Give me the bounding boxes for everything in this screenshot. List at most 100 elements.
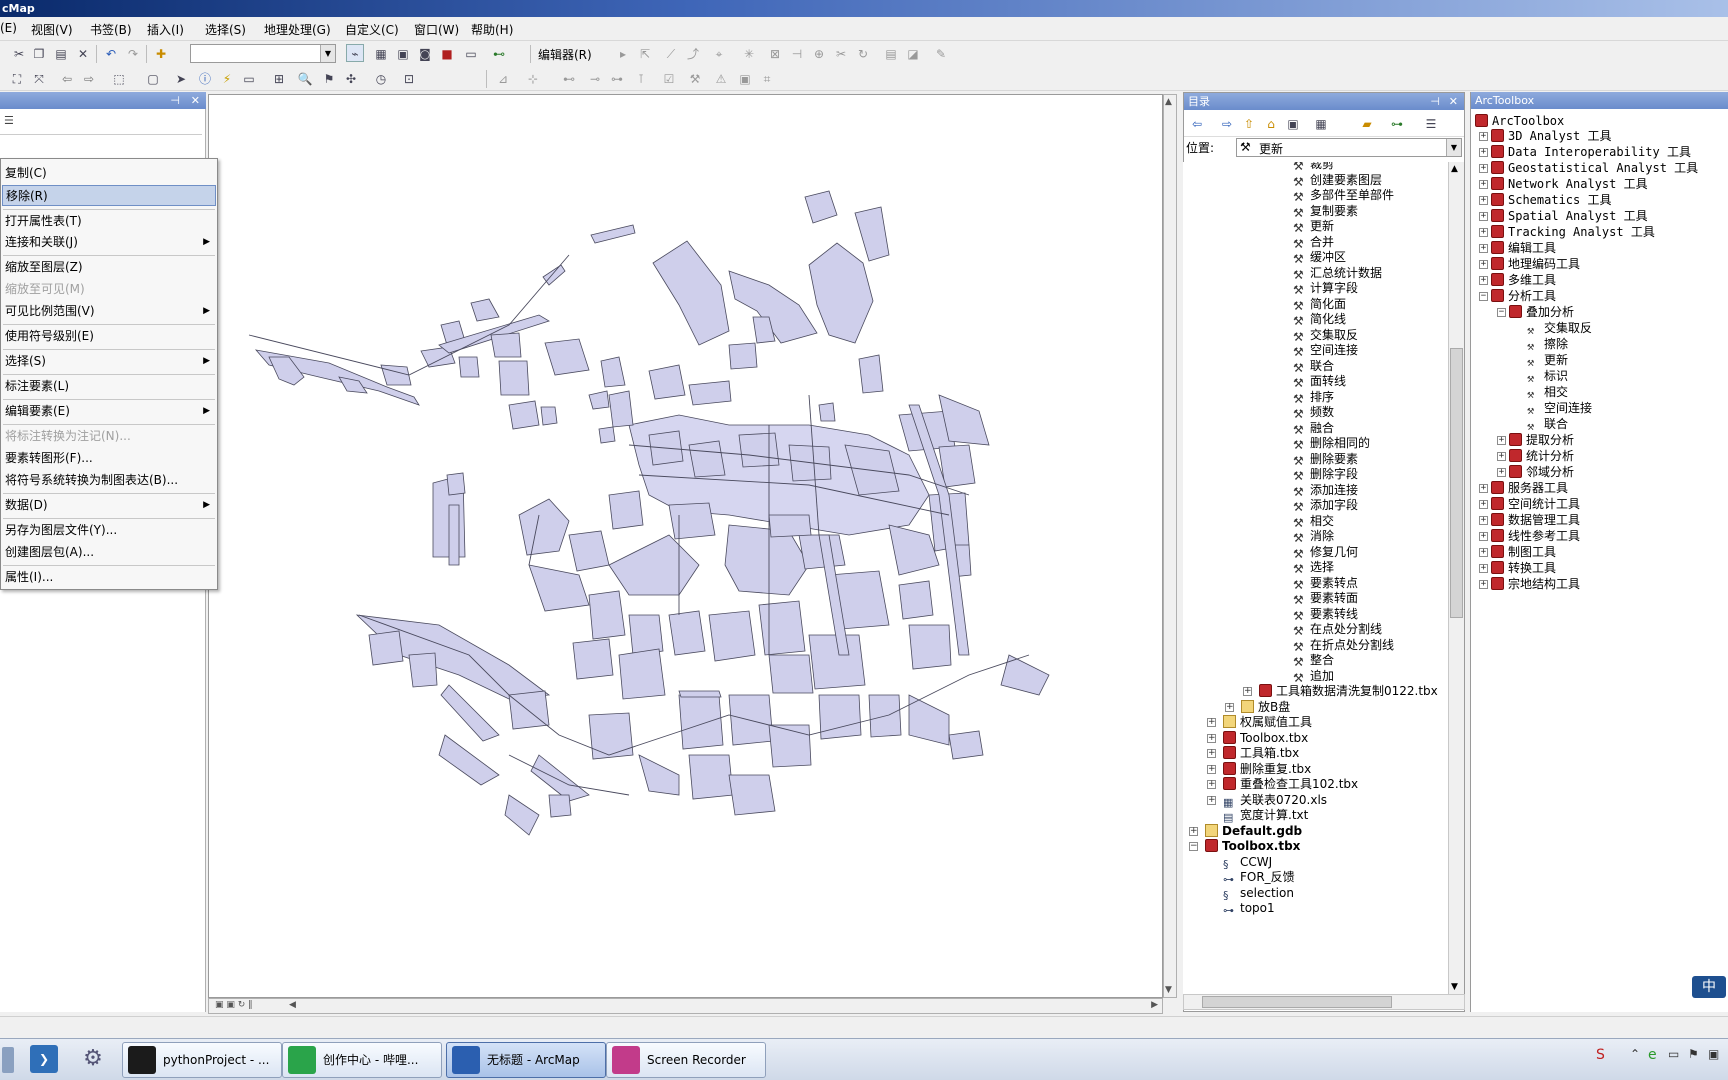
- expand-icon[interactable]: +: [1479, 180, 1488, 189]
- arctoolbox-icon[interactable]: ■: [438, 44, 456, 62]
- catalog-tool-item[interactable]: ⚒ 在折点处分割线: [1293, 637, 1394, 654]
- menu-item-zoom-to-layer[interactable]: 缩放至图层(Z): [2, 257, 216, 278]
- expand-icon[interactable]: +: [1479, 164, 1488, 173]
- expand-icon[interactable]: +: [1225, 702, 1234, 712]
- scroll-up-icon[interactable]: ▲: [1451, 164, 1458, 174]
- measure-icon[interactable]: ⊞: [270, 69, 288, 87]
- delete-icon[interactable]: ✕: [74, 44, 92, 62]
- arctoolbox-item[interactable]: + 数据管理工具: [1479, 512, 1580, 529]
- menu-item-use-symbol-levels[interactable]: 使用符号级别(E): [2, 326, 216, 347]
- menu-item-label-features[interactable]: 标注要素(L): [2, 376, 216, 397]
- expand-icon[interactable]: +: [1479, 212, 1488, 221]
- arctoolbox-item[interactable]: + 服务器工具: [1479, 480, 1568, 497]
- menu-item-properties[interactable]: 属性(I)...: [2, 567, 216, 588]
- end-point-arc-icon[interactable]: ⤴: [684, 44, 702, 62]
- arctoolbox-item[interactable]: + Geostatistical Analyst 工具: [1479, 160, 1698, 177]
- redo-icon[interactable]: ↷: [124, 44, 142, 62]
- catalog-tool-item[interactable]: ⚒ 融合: [1293, 420, 1334, 437]
- editor-toolbar-icon[interactable]: ⌁: [346, 44, 364, 62]
- catalog-icon[interactable]: ▣: [394, 44, 412, 62]
- catalog-tool-item[interactable]: ⚒ 消除: [1293, 528, 1334, 545]
- catalog-tree-item[interactable]: § selection: [1223, 885, 1294, 902]
- catalog-tool-item[interactable]: ⚒ 更新: [1293, 218, 1334, 235]
- catalog-tool-item[interactable]: ⚒ 缓冲区: [1293, 249, 1346, 266]
- catalog-tree-item[interactable]: + 权属赋值工具: [1207, 714, 1312, 731]
- menu-item-edit-features[interactable]: 编辑要素(E) ▶: [2, 401, 216, 422]
- back-icon[interactable]: ⇦: [1188, 114, 1206, 132]
- taskbar-button[interactable]: 无标题 - ArcMap: [446, 1042, 606, 1078]
- forward-icon[interactable]: ⇨: [1218, 114, 1236, 132]
- fix-topology-icon[interactable]: ⚒: [686, 69, 704, 87]
- views-icon[interactable]: ▦: [1312, 114, 1330, 132]
- catalog-tree-item[interactable]: + 删除重复.tbx: [1207, 761, 1311, 778]
- expand-icon[interactable]: +: [1479, 500, 1488, 509]
- cut-icon[interactable]: ✂: [10, 44, 28, 62]
- add-data-icon[interactable]: ✚: [152, 44, 170, 62]
- expand-icon[interactable]: +: [1479, 532, 1488, 541]
- network-tray-icon[interactable]: ▭: [1668, 1047, 1679, 1061]
- expand-icon[interactable]: +: [1479, 276, 1488, 285]
- expand-icon[interactable]: +: [1479, 196, 1488, 205]
- topology-icon[interactable]: ⊿: [494, 69, 512, 87]
- expand-icon[interactable]: +: [1479, 484, 1488, 493]
- catalog-tree-item[interactable]: ⊶ FOR_反馈: [1223, 869, 1295, 886]
- catalog-tool-item[interactable]: ⚒ 简化面: [1293, 296, 1346, 313]
- expand-icon[interactable]: −: [1497, 308, 1506, 317]
- arctoolbox-item[interactable]: + 多维工具: [1479, 272, 1556, 289]
- modelbuilder-icon[interactable]: ⊷: [490, 44, 508, 62]
- catalog-tool-item[interactable]: ⚒ 面转线: [1293, 373, 1346, 390]
- list-by-drawing-order-icon[interactable]: ☰: [4, 114, 18, 128]
- taskbar-button[interactable]: Screen Recorder: [606, 1042, 766, 1078]
- catalog-tree-item[interactable]: + 放B盘: [1225, 699, 1290, 716]
- catalog-tool-item[interactable]: ⚒ 在点处分割线: [1293, 621, 1382, 638]
- scale-combo[interactable]: ▼: [190, 44, 336, 63]
- arctoolbox-item[interactable]: + Spatial Analyst 工具: [1479, 208, 1648, 225]
- edit-annotation-icon[interactable]: ⇱: [636, 44, 654, 62]
- data-view-icon[interactable]: ▣ ▣ ↻ ‖: [215, 1000, 253, 1010]
- expand-icon[interactable]: +: [1207, 795, 1216, 805]
- expand-icon[interactable]: +: [1479, 516, 1488, 525]
- menu-item-create-layer-package[interactable]: 创建图层包(A)...: [2, 542, 216, 563]
- map-horizontal-scrollbar[interactable]: ▣ ▣ ↻ ‖ ◀ ▶: [208, 998, 1163, 1014]
- arctoolbox-item[interactable]: +3D Analyst 工具: [1479, 128, 1611, 145]
- menu-geoprocessing[interactable]: 地理处理(G): [264, 21, 331, 38]
- menu-selection[interactable]: 选择(S): [205, 21, 246, 38]
- catalog-tool-item[interactable]: ⚒ 排序: [1293, 389, 1334, 406]
- expand-icon[interactable]: +: [1243, 687, 1252, 696]
- arctoolbox-item[interactable]: ⚒ 交集取反: [1527, 320, 1592, 337]
- hyperlink-icon[interactable]: ⚡: [218, 69, 236, 87]
- close-icon[interactable]: ✕: [191, 92, 200, 109]
- menu-edit[interactable]: (E): [0, 21, 17, 35]
- paste-icon[interactable]: ▤: [52, 44, 70, 62]
- arctoolbox-item[interactable]: ⚒ 更新: [1527, 352, 1568, 369]
- menu-item-copy[interactable]: 复制(C): [2, 163, 216, 184]
- catalog-tool-item[interactable]: ⚒ 删除相同的: [1293, 435, 1370, 452]
- catalog-tool-item[interactable]: ⚒ 联合: [1293, 358, 1334, 375]
- viewer-window-icon[interactable]: ⊡: [400, 69, 418, 87]
- arctoolbox-item[interactable]: + Schematics 工具: [1479, 192, 1611, 209]
- time-slider-icon[interactable]: ◷: [372, 69, 390, 87]
- arctoolbox-item[interactable]: + 编辑工具: [1479, 240, 1556, 257]
- catalog-tool-item[interactable]: ⚒ 追加: [1293, 668, 1334, 685]
- catalog-tree-item[interactable]: ▤ 宽度计算.txt: [1223, 807, 1308, 824]
- catalog-tool-item[interactable]: ⚒ 交集取反: [1293, 327, 1358, 344]
- attributes-icon[interactable]: ▤: [882, 44, 900, 62]
- tray-expand-icon[interactable]: ⌃: [1630, 1047, 1640, 1061]
- full-extent-icon[interactable]: ⛶: [8, 69, 26, 87]
- expand-icon[interactable]: +: [1207, 764, 1216, 774]
- straight-segment-icon[interactable]: ⟋: [662, 44, 680, 62]
- planarize-icon[interactable]: ⊺: [632, 69, 650, 87]
- arctoolbox-item[interactable]: ⚒ 联合: [1527, 416, 1568, 433]
- cut-polygon-icon[interactable]: ⊕: [810, 44, 828, 62]
- edit-vertices-icon[interactable]: ⊠: [766, 44, 784, 62]
- menu-customize[interactable]: 自定义(C): [345, 21, 399, 38]
- catalog-tool-item[interactable]: ⚒ 简化线: [1293, 311, 1346, 328]
- map-topology-icon[interactable]: ⊷: [560, 69, 578, 87]
- arctoolbox-item[interactable]: + Data Interoperability 工具: [1479, 144, 1691, 161]
- python-window-icon[interactable]: ▭: [462, 44, 480, 62]
- menu-item-remove[interactable]: 移除(R): [2, 185, 216, 206]
- catalog-tree-item[interactable]: + 工具箱.tbx: [1207, 745, 1299, 762]
- connect-folder-icon[interactable]: ▣: [1284, 114, 1302, 132]
- search-window-icon[interactable]: ◙: [416, 44, 434, 62]
- menu-help[interactable]: 帮助(H): [471, 21, 513, 38]
